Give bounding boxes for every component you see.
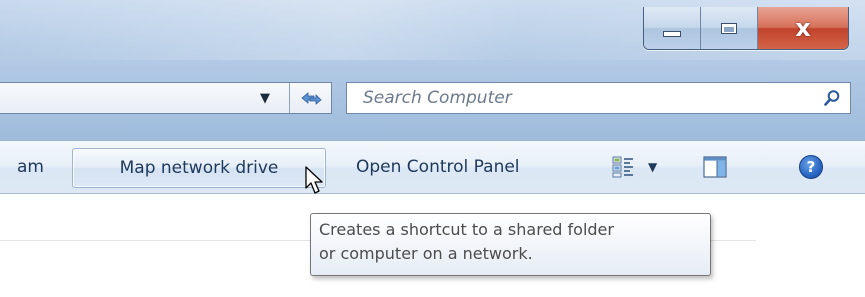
tooltip-line: Creates a shortcut to a shared folder [319, 220, 614, 239]
help-button[interactable]: ? [796, 148, 826, 186]
preview-pane-button[interactable] [700, 148, 730, 186]
maximize-button[interactable] [701, 7, 758, 49]
change-view-button[interactable]: ▼ [612, 148, 657, 186]
mouse-cursor-icon [305, 166, 323, 194]
address-dropdown-button[interactable]: ▼ [247, 83, 283, 113]
address-bar[interactable]: ▼ [0, 82, 332, 114]
chevron-down-icon: ▼ [648, 160, 658, 174]
chevron-down-icon: ▼ [260, 90, 270, 106]
tooltip: Creates a shortcut to a shared folder or… [310, 213, 711, 276]
views-icon [612, 156, 633, 178]
close-button[interactable]: x [758, 7, 848, 49]
toolbar-clipped-item[interactable]: am [0, 148, 44, 186]
preview-pane-icon [703, 156, 727, 178]
refresh-button[interactable] [289, 83, 332, 113]
map-network-drive-label: Map network drive [119, 158, 279, 178]
maximize-icon [721, 22, 737, 34]
help-icon: ? [799, 155, 823, 179]
open-control-panel-label: Open Control Panel [356, 157, 520, 177]
map-network-drive-button[interactable]: Map network drive [72, 148, 326, 188]
caption-buttons: x [643, 7, 849, 50]
window-frame: x ▼ [0, 0, 865, 140]
toolbar-clipped-label: am [17, 157, 44, 177]
close-icon: x [795, 14, 811, 42]
command-bar: am Map network drive Open Control Panel … [0, 140, 865, 194]
search-box[interactable] [346, 82, 851, 114]
tooltip-line: or computer on a network. [319, 244, 533, 263]
minimize-button[interactable] [644, 7, 701, 49]
search-input[interactable] [347, 83, 814, 113]
minimize-icon [663, 31, 681, 37]
search-button[interactable] [814, 89, 850, 107]
open-control-panel-button[interactable]: Open Control Panel [356, 148, 520, 186]
refresh-icon [301, 92, 322, 105]
search-icon [824, 90, 840, 106]
